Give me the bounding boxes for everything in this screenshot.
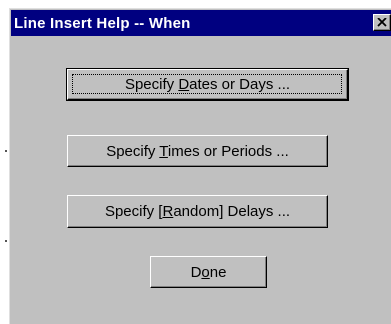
dialog-window: Line Insert Help -- When Specify Dates o… xyxy=(9,8,391,324)
specify-times-label: Specify Times or Periods ... xyxy=(106,142,289,160)
done-label: Done xyxy=(190,263,227,281)
edge-mark xyxy=(5,150,7,152)
specify-delays-button[interactable]: Specify [Random] Delays ... xyxy=(67,195,328,228)
specify-times-button[interactable]: Specify Times or Periods ... xyxy=(67,135,328,167)
window-title: Line Insert Help -- When xyxy=(14,15,191,32)
close-button[interactable] xyxy=(373,14,391,31)
specify-dates-label: Specify Dates or Days ... xyxy=(124,76,291,93)
edge-mark xyxy=(5,240,7,242)
close-icon xyxy=(377,18,387,27)
specify-dates-button[interactable]: Specify Dates or Days ... xyxy=(66,68,349,101)
specify-delays-label: Specify [Random] Delays ... xyxy=(104,203,291,220)
title-bar[interactable]: Line Insert Help -- When xyxy=(11,10,391,36)
done-button[interactable]: Done xyxy=(150,256,267,288)
